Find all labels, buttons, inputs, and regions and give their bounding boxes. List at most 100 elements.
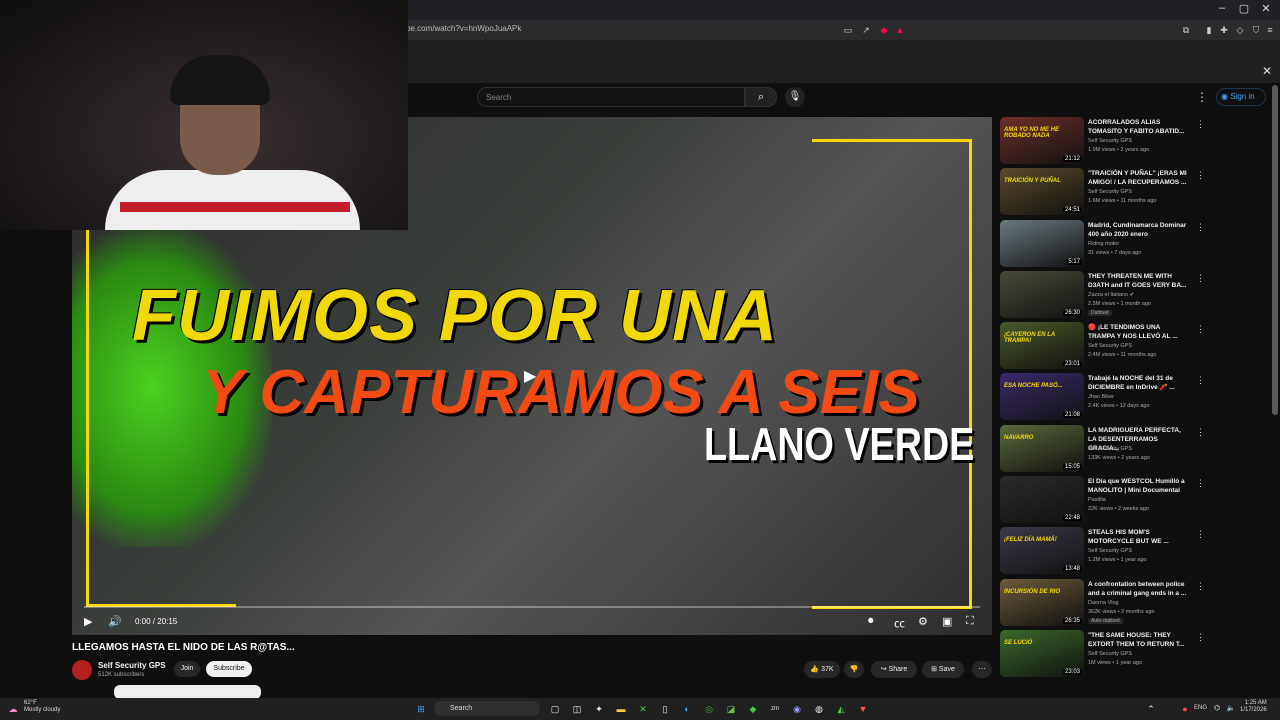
xbox-icon[interactable]: ✕	[636, 702, 650, 716]
related-title[interactable]: "TRAICIÓN Y PUÑAL" ¡ERAS MI AMIGO! / LA …	[1088, 169, 1188, 187]
related-title[interactable]: El Día que WESTCOL Humilló a MANOLITO | …	[1088, 477, 1188, 495]
captions-icon[interactable]: ㏄	[894, 615, 905, 631]
file-icon[interactable]: ▯	[658, 702, 672, 716]
related-title[interactable]: STEALS HIS MOM'S MOTORCYCLE BUT WE ...	[1088, 528, 1188, 546]
kebab-menu-icon[interactable]: ⋮	[1196, 324, 1205, 335]
related-title[interactable]: "THE SAME HOUSE: THEY EXTORT THEM TO RET…	[1088, 631, 1188, 649]
related-channel[interactable]: Self Security GPS	[1088, 650, 1132, 658]
play-icon[interactable]: ▶	[84, 615, 92, 628]
discord-icon[interactable]: ◉	[790, 702, 804, 716]
brave-shield-icon[interactable]: ◆	[878, 24, 890, 36]
reader-icon[interactable]: ▭	[842, 24, 854, 36]
like-button[interactable]: 👍 37K	[804, 661, 840, 678]
related-video-item[interactable]: NAVARRO 15:05 LA MADRIGUERA PERFECTA, LA…	[1000, 424, 1205, 476]
video-thumbnail[interactable]: 26:30	[1000, 270, 1084, 318]
chrome-icon[interactable]: ◎	[702, 702, 716, 716]
save-button[interactable]: ⊞ Save	[922, 661, 964, 678]
avatar[interactable]	[72, 660, 92, 680]
scrollbar[interactable]	[1272, 85, 1278, 415]
file-explorer-icon[interactable]: ▬	[614, 702, 628, 716]
related-channel[interactable]: Zazza el Italiano ✔	[1088, 291, 1134, 299]
clock[interactable]: 1:25 AM 1/17/2026	[1240, 700, 1267, 714]
edge-icon[interactable]: ◐	[680, 702, 694, 716]
related-video-item[interactable]: ESA NOCHE PASÓ... 21:08 Trabajé la NOCHE…	[1000, 373, 1205, 424]
video-thumbnail[interactable]: SE LUCIÓ 23:03	[1000, 629, 1084, 677]
kebab-menu-icon[interactable]: ⋮	[1196, 375, 1205, 386]
video-thumbnail[interactable]: TRAICIÓN Y PUÑAL 24:51	[1000, 168, 1084, 216]
related-channel[interactable]: Self Security GPS	[1088, 445, 1132, 453]
center-play-icon[interactable]: ▶	[524, 366, 536, 386]
shield-icon[interactable]: ⛉	[1250, 24, 1262, 36]
share-button[interactable]: ↪ Share	[871, 661, 917, 678]
related-title[interactable]: Trabajé la NOCHE del 31 de DICIEMBRE en …	[1088, 374, 1188, 392]
weather-widget[interactable]: 62°F Mostly cloudy	[24, 700, 60, 714]
kebab-menu-icon[interactable]: ⋮	[1196, 119, 1205, 130]
related-video-item[interactable]: 5:17 Madrid, Cundinamarca Dominar 400 añ…	[1000, 219, 1205, 271]
miniplayer-icon[interactable]: ▣	[942, 615, 952, 628]
video-thumbnail[interactable]: ¡FELIZ DÍA MAMÁ! 13:48	[1000, 527, 1084, 575]
video-thumbnail[interactable]: NAVARRO 15:05	[1000, 424, 1084, 472]
menu-icon[interactable]: ≡	[1264, 24, 1276, 36]
taskbar-search[interactable]: Search	[434, 701, 540, 716]
related-channel[interactable]: Self Security GPS	[1088, 137, 1132, 145]
progress-bar[interactable]	[84, 606, 980, 608]
sidebar-icon[interactable]: ▮	[1203, 24, 1215, 36]
related-video-item[interactable]: 26:30 THEY THREATEN ME WITH D3ATH and IT…	[1000, 270, 1205, 322]
related-video-item[interactable]: SE LUCIÓ 23:03 "THE SAME HOUSE: THEY EXT…	[1000, 629, 1205, 681]
url-text[interactable]: be.com/watch?v=hnWpoJuaAPk	[406, 24, 521, 33]
kebab-menu-icon[interactable]: ⋮	[1196, 529, 1205, 540]
related-title[interactable]: Madrid, Cundinamarca Dominar 400 año 202…	[1088, 221, 1188, 239]
kebab-menu-icon[interactable]: ⋮	[1196, 427, 1205, 438]
rewards-icon[interactable]: ▲	[894, 24, 906, 36]
related-channel[interactable]: Self Security GPS	[1088, 188, 1132, 196]
search-button[interactable]: ⌕	[745, 87, 777, 107]
related-channel[interactable]: Self Security GPS	[1088, 547, 1132, 555]
search-input[interactable]: Search	[477, 87, 745, 107]
kebab-menu-icon[interactable]: ⋮	[1196, 478, 1205, 489]
windows-start-icon[interactable]: ⊞	[414, 702, 428, 716]
related-video-item[interactable]: INCURSIÓN DE RIO 26:35 A confrontation b…	[1000, 578, 1205, 630]
network-icon[interactable]: ⌬	[1210, 702, 1224, 716]
nvidia-icon[interactable]: ◪	[724, 702, 738, 716]
autoplay-toggle-icon[interactable]: ⏺	[868, 615, 874, 628]
more-actions-button[interactable]: ⋯	[972, 661, 992, 678]
related-channel[interactable]: Riding motor	[1088, 240, 1119, 248]
video-thumbnail[interactable]: 22:48	[1000, 476, 1084, 524]
zoom-icon[interactable]: zm	[768, 702, 782, 716]
related-channel[interactable]: Pastilla	[1088, 496, 1106, 504]
wallet-icon[interactable]: ◇	[1234, 24, 1246, 36]
share-icon[interactable]: ↗	[860, 24, 872, 36]
settings-menu-icon[interactable]: ⋮	[1196, 90, 1208, 104]
related-channel[interactable]: Self Security GPS	[1088, 342, 1132, 350]
fullscreen-icon[interactable]: ⛶	[966, 615, 974, 628]
related-video-item[interactable]: AMA YO NO ME HE ROBADO NADA 21:12 ACORRA…	[1000, 117, 1205, 168]
related-video-item[interactable]: ¡FELIZ DÍA MAMÁ! 13:48 STEALS HIS MOM'S …	[1000, 527, 1205, 578]
weather-icon[interactable]: ☁	[6, 702, 20, 716]
tabs-icon[interactable]: ⧉	[1180, 24, 1192, 36]
voice-search-button[interactable]: 🎙	[785, 87, 805, 107]
related-video-item[interactable]: 22:48 El Día que WESTCOL Humilló a MANOL…	[1000, 476, 1205, 527]
kebab-menu-icon[interactable]: ⋮	[1196, 273, 1205, 284]
minimize-icon[interactable]: –	[1212, 2, 1232, 14]
teams-icon[interactable]: ✦	[592, 702, 606, 716]
subscribe-button[interactable]: Subscribe	[206, 661, 252, 677]
app-icon[interactable]: ◆	[746, 702, 760, 716]
sign-in-button[interactable]: ◉ Sign in	[1216, 88, 1266, 106]
kebab-menu-icon[interactable]: ⋮	[1196, 170, 1205, 181]
video-thumbnail[interactable]: ESA NOCHE PASÓ... 21:08	[1000, 373, 1084, 421]
channel-name[interactable]: Self Security GPS	[98, 661, 166, 670]
chevron-up-icon[interactable]: ⌃	[1144, 702, 1158, 716]
maximize-icon[interactable]: ▢	[1234, 2, 1254, 15]
close-panel-icon[interactable]: ✕	[1262, 64, 1272, 78]
related-video-item[interactable]: ¡CAYERON EN LA TRAMPA! 23:01 🔴 ¡LE TENDI…	[1000, 322, 1205, 373]
related-channel[interactable]: Jhan Biker	[1088, 393, 1114, 401]
related-title[interactable]: A confrontation between police and a cri…	[1088, 580, 1188, 598]
gear-icon[interactable]: ⚙	[918, 615, 928, 628]
related-channel[interactable]: Daorna Vlog	[1088, 599, 1119, 607]
video-thumbnail[interactable]: AMA YO NO ME HE ROBADO NADA 21:12	[1000, 117, 1084, 164]
video-thumbnail[interactable]: 5:17	[1000, 219, 1084, 267]
related-title[interactable]: 🔴 ¡LE TENDIMOS UNA TRAMPA Y NOS LLEVÓ AL…	[1088, 323, 1188, 341]
android-icon[interactable]: ◭	[834, 702, 848, 716]
language-indicator[interactable]: ENG	[1194, 705, 1207, 711]
related-title[interactable]: ACORRALADOS ALIAS TOMASITO Y FABITO ABAT…	[1088, 118, 1188, 136]
